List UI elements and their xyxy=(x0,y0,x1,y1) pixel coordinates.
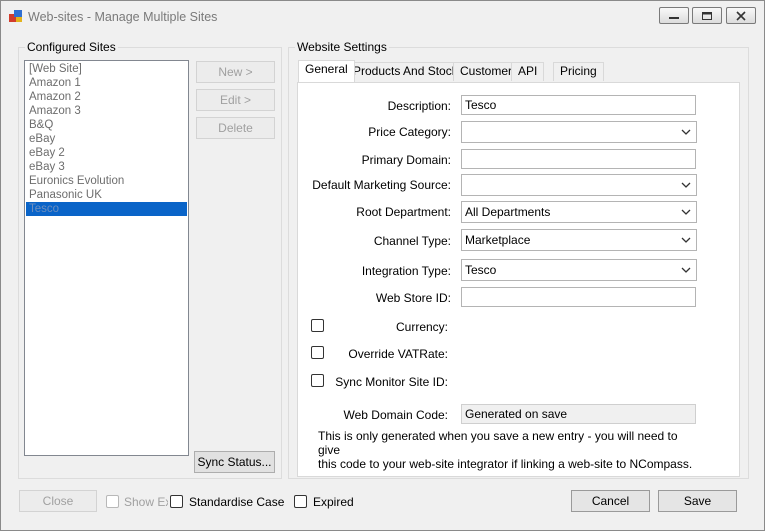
configured-sites-legend: Configured Sites xyxy=(25,40,118,54)
list-item[interactable]: eBay 2 xyxy=(26,146,187,160)
show-ex-checkbox[interactable] xyxy=(106,495,119,508)
web-store-id-input[interactable] xyxy=(461,287,696,307)
manage-sites-window: Web-sites - Manage Multiple Sites Config… xyxy=(0,0,765,531)
web-domain-code-field: Generated on save xyxy=(461,404,696,424)
tab-general[interactable]: General xyxy=(298,60,355,82)
list-item[interactable]: Panasonic UK xyxy=(26,188,187,202)
chevron-down-icon xyxy=(681,182,691,188)
integration-type-value: Tesco xyxy=(465,263,497,277)
expired-checkbox[interactable] xyxy=(294,495,307,508)
tab-api[interactable]: API xyxy=(511,62,545,81)
tab-pricing[interactable]: Pricing xyxy=(553,62,604,81)
close-button[interactable]: Close xyxy=(19,490,97,512)
list-item[interactable]: eBay xyxy=(26,132,187,146)
list-item[interactable]: Amazon 2 xyxy=(26,90,187,104)
chevron-down-icon xyxy=(681,209,691,215)
root-department-select[interactable]: All Departments xyxy=(461,201,697,223)
sync-monitor-site-id-label: Sync Monitor Site ID: xyxy=(335,375,448,389)
currency-label: Currency: xyxy=(395,320,448,334)
standardise-case-checkbox[interactable] xyxy=(170,495,183,508)
note-line-2: this code to your web-site integrator if… xyxy=(318,457,693,471)
window-title: Web-sites - Manage Multiple Sites xyxy=(28,10,218,24)
sync-monitor-site-id-checkbox[interactable] xyxy=(311,374,324,387)
description-label: Description: xyxy=(387,99,451,113)
chevron-down-icon xyxy=(681,267,691,273)
save-button[interactable]: Save xyxy=(658,490,737,512)
channel-type-select[interactable]: Marketplace xyxy=(461,229,697,251)
sync-status-button[interactable]: Sync Status... xyxy=(194,451,275,473)
list-item[interactable]: Euronics Evolution xyxy=(26,174,187,188)
maximize-button[interactable] xyxy=(692,7,722,24)
list-item[interactable]: B&Q xyxy=(26,118,187,132)
minimize-button[interactable] xyxy=(659,7,689,24)
new-button[interactable]: New > xyxy=(196,61,275,83)
default-marketing-source-label: Default Marketing Source: xyxy=(312,178,451,192)
list-item[interactable]: [Web Site] xyxy=(26,62,187,76)
list-item[interactable]: eBay 3 xyxy=(26,160,187,174)
price-category-label: Price Category: xyxy=(368,125,451,139)
currency-checkbox[interactable] xyxy=(311,319,324,332)
override-vat-rate-label: Override VATRate: xyxy=(348,347,448,361)
channel-type-label: Channel Type: xyxy=(373,234,451,248)
chevron-down-icon xyxy=(681,129,691,135)
root-department-label: Root Department: xyxy=(356,205,451,219)
close-icon xyxy=(736,11,746,21)
expired-label: Expired xyxy=(313,495,354,509)
override-vat-rate-checkbox[interactable] xyxy=(311,346,324,359)
app-icon xyxy=(9,10,22,22)
default-marketing-source-select[interactable] xyxy=(461,174,697,196)
primary-domain-label: Primary Domain: xyxy=(361,153,451,167)
chevron-down-icon xyxy=(681,237,691,243)
web-domain-code-label: Web Domain Code: xyxy=(343,408,449,422)
web-domain-code-note: This is only generated when you save a n… xyxy=(318,429,698,471)
cancel-button[interactable]: Cancel xyxy=(571,490,650,512)
integration-type-label: Integration Type: xyxy=(361,264,451,278)
root-department-value: All Departments xyxy=(465,205,551,219)
price-category-select[interactable] xyxy=(461,121,697,143)
note-line-1: This is only generated when you save a n… xyxy=(318,429,678,457)
edit-button[interactable]: Edit > xyxy=(196,89,275,111)
list-item[interactable]: Amazon 1 xyxy=(26,76,187,90)
close-window-button[interactable] xyxy=(726,7,756,24)
description-input[interactable]: Tesco xyxy=(461,95,696,115)
minimize-icon xyxy=(669,17,679,19)
web-store-id-label: Web Store ID: xyxy=(375,291,451,305)
standardise-case-label: Standardise Case xyxy=(189,495,285,509)
show-ex-label: Show Ex xyxy=(124,495,168,509)
maximize-icon xyxy=(702,12,712,20)
channel-type-value: Marketplace xyxy=(465,233,531,247)
integration-type-select[interactable]: Tesco xyxy=(461,259,697,281)
primary-domain-input[interactable] xyxy=(461,149,696,169)
list-item[interactable]: Amazon 3 xyxy=(26,104,187,118)
tab-customer[interactable]: Customer xyxy=(453,62,520,81)
delete-button[interactable]: Delete xyxy=(196,117,275,139)
list-item-selected[interactable]: Tesco xyxy=(26,202,187,216)
configured-sites-list[interactable]: [Web Site] Amazon 1 Amazon 2 Amazon 3 B&… xyxy=(24,60,189,456)
